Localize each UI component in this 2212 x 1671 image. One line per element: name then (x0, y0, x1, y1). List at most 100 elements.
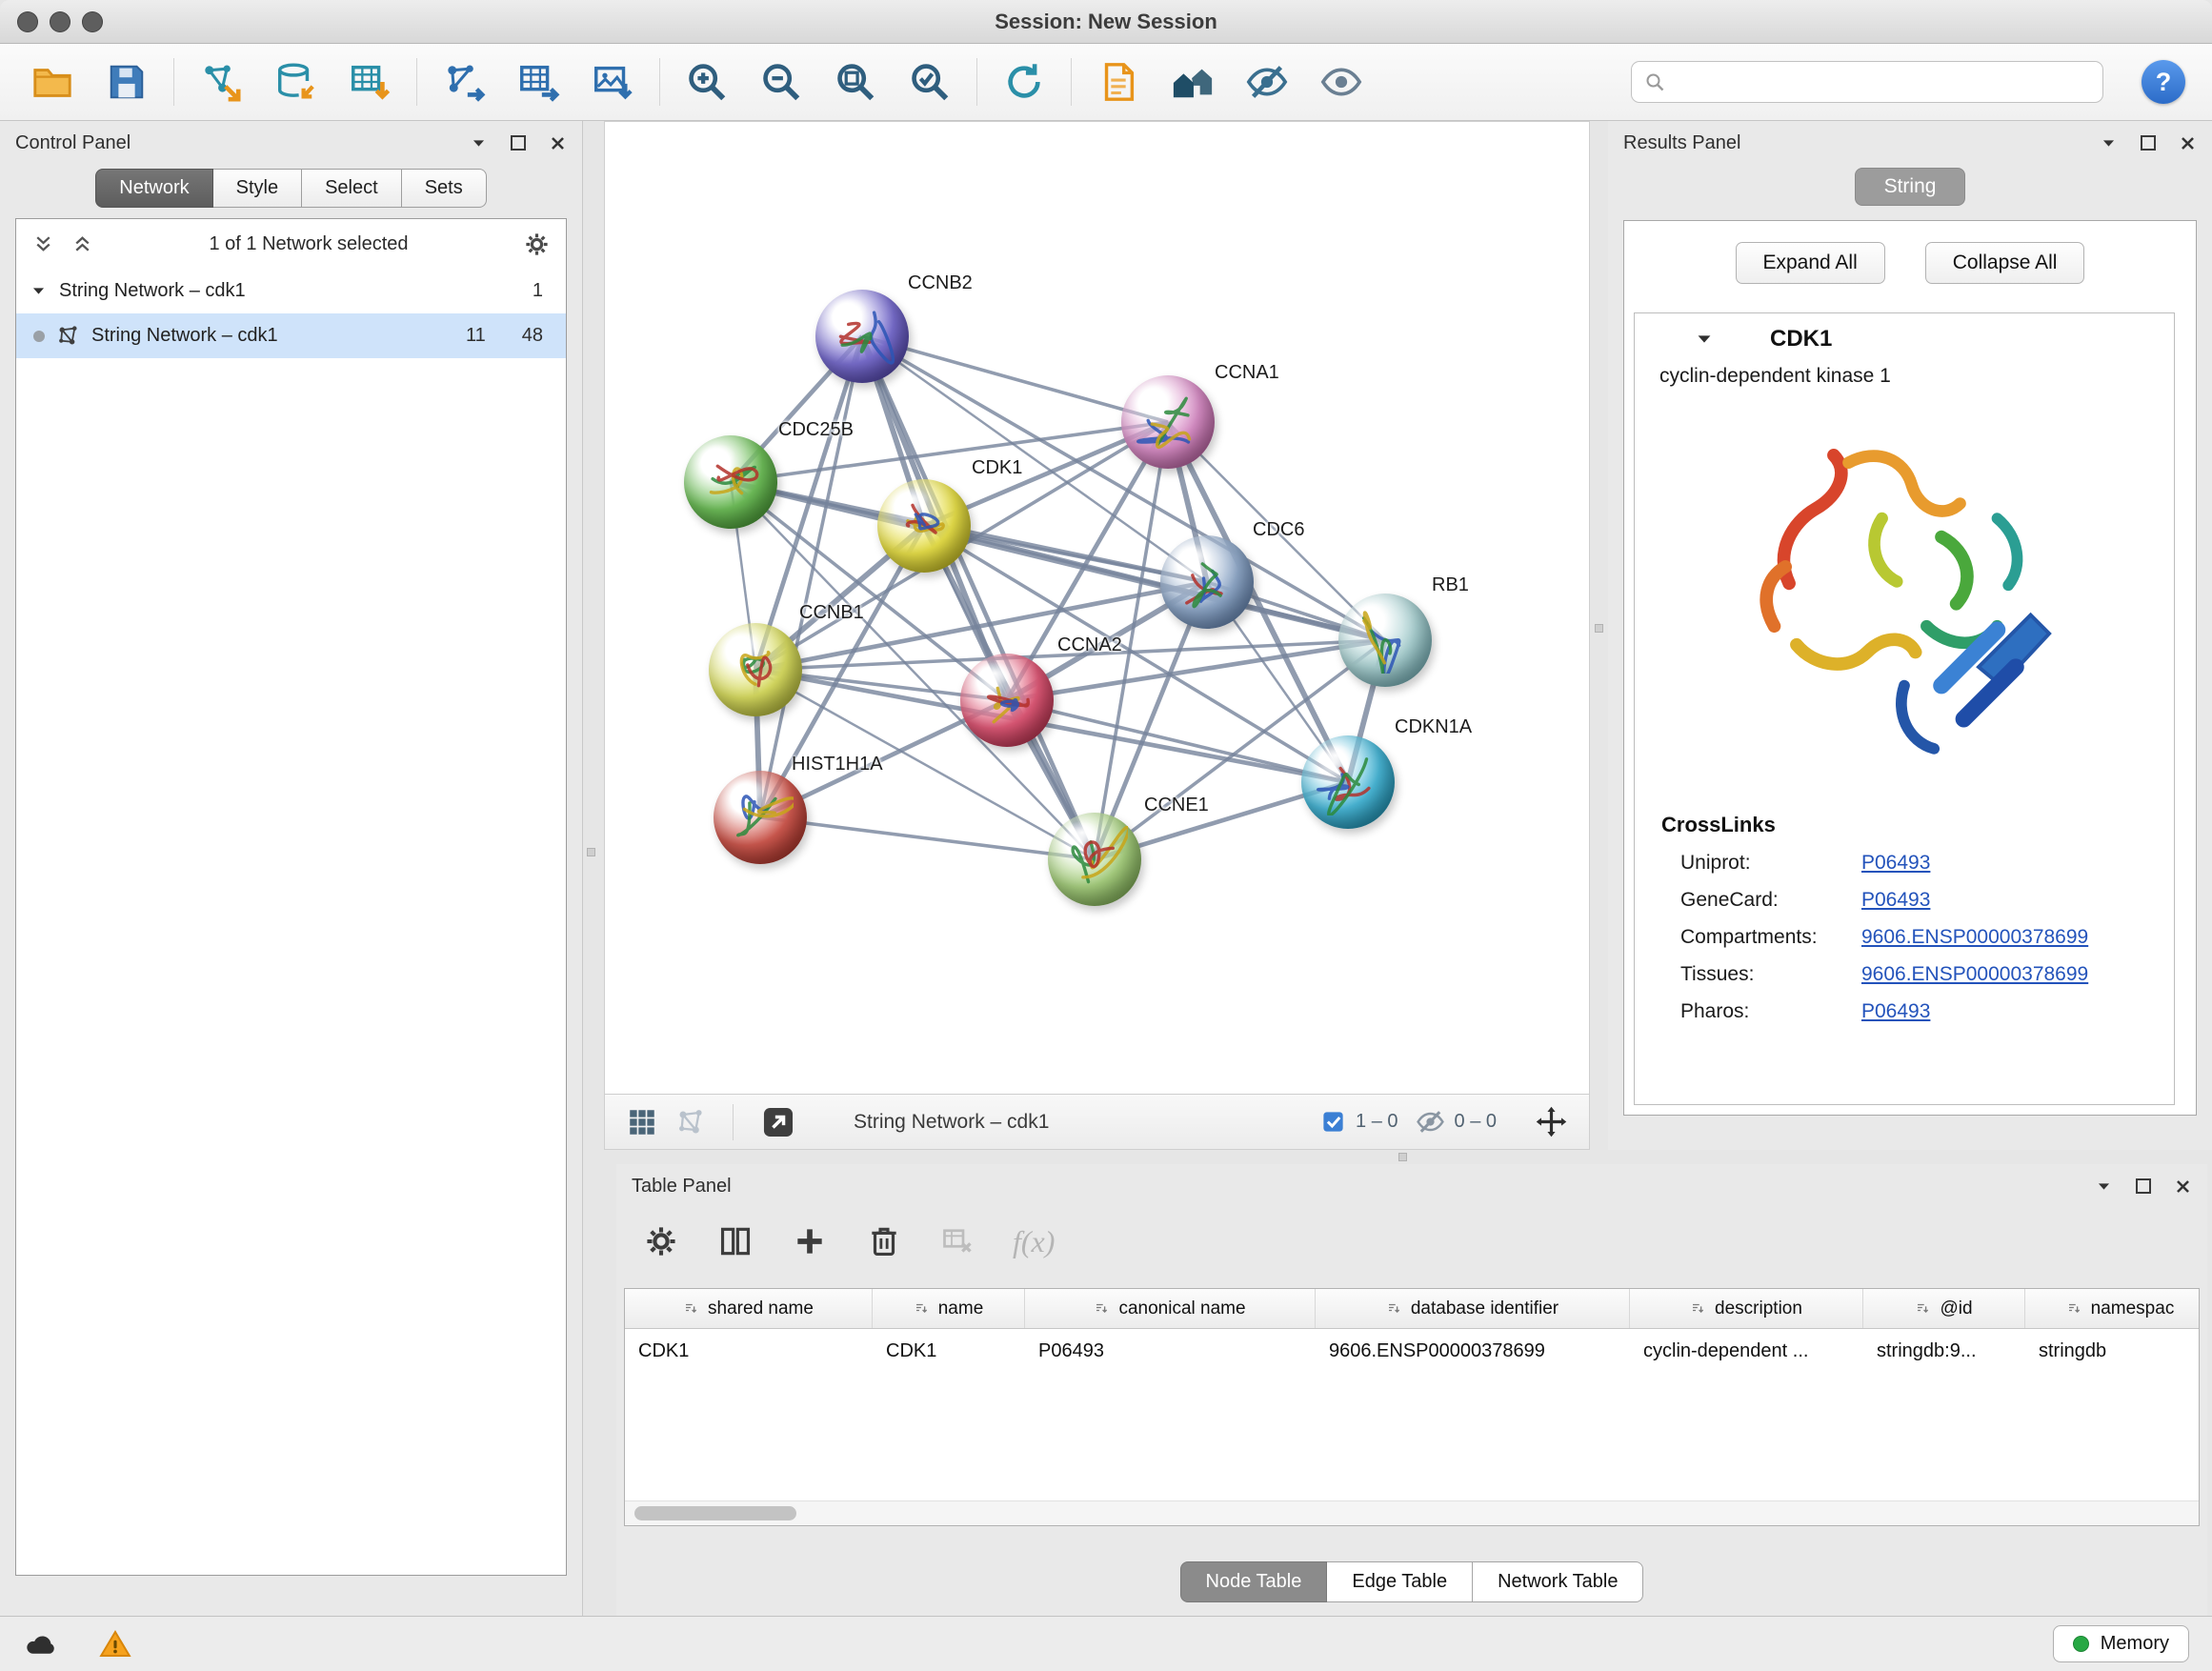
network-collection-row[interactable]: String Network – cdk1 1 (16, 269, 566, 313)
network-node-cdk1[interactable] (877, 479, 971, 573)
network-node-ccne1[interactable] (1048, 813, 1141, 906)
export-image-button[interactable] (587, 56, 638, 108)
zoom-selected-button[interactable] (904, 56, 955, 108)
hidden-eye-off-icon[interactable] (1416, 1107, 1445, 1137)
network-overview-icon[interactable] (675, 1107, 706, 1137)
detach-view-icon[interactable] (760, 1104, 796, 1140)
column-header-namespac[interactable]: namespac (2025, 1289, 2200, 1328)
warning-icon[interactable] (99, 1628, 131, 1661)
tab-edge-table[interactable]: Edge Table (1327, 1561, 1473, 1602)
search-input[interactable] (1676, 71, 2091, 93)
refresh-network-button[interactable] (998, 56, 1050, 108)
close-panel-icon[interactable] (2179, 134, 2197, 152)
column-header--id[interactable]: @id (1863, 1289, 2025, 1328)
panel-menu-caret-icon[interactable] (470, 134, 488, 152)
network-node-ccna2[interactable] (960, 654, 1054, 747)
string-home-button[interactable] (1167, 56, 1218, 108)
expand-all-button[interactable]: Expand All (1736, 242, 1885, 284)
panel-menu-caret-icon[interactable] (2095, 1178, 2113, 1196)
crosslink-value-link[interactable]: 9606.ENSP00000378699 (1861, 926, 2088, 949)
horizontal-splitter-grip[interactable] (1398, 1153, 1407, 1161)
import-network-from-file-button[interactable] (195, 56, 247, 108)
vertical-splitter-grip[interactable] (587, 848, 595, 856)
column-header-description[interactable]: description (1630, 1289, 1863, 1328)
zoom-fit-button[interactable] (830, 56, 881, 108)
tab-string[interactable]: String (1855, 168, 1966, 206)
export-table-button[interactable] (513, 56, 564, 108)
column-header-database-identifier[interactable]: database identifier (1316, 1289, 1630, 1328)
minimize-window-button[interactable] (50, 11, 70, 32)
import-network-from-database-button[interactable] (270, 56, 321, 108)
network-node-cdkn1a[interactable] (1301, 735, 1395, 829)
float-panel-icon[interactable] (2141, 135, 2156, 151)
network-node-ccna1[interactable] (1121, 375, 1215, 469)
zoom-in-icon (685, 60, 729, 104)
crosslink-value-link[interactable]: 9606.ENSP00000378699 (1861, 963, 2088, 986)
table-horizontal-scrollbar[interactable] (625, 1500, 2199, 1525)
zoom-window-button[interactable] (82, 11, 103, 32)
import-table-from-file-button[interactable] (344, 56, 395, 108)
save-session-button[interactable] (101, 56, 152, 108)
help-button[interactable]: ? (2142, 60, 2185, 104)
table-row[interactable]: CDK1CDK1P064939606.ENSP00000378699cyclin… (625, 1329, 2199, 1373)
section-caret-icon[interactable] (1694, 329, 1715, 350)
float-panel-icon[interactable] (2136, 1178, 2151, 1194)
network-node-hist1h1a[interactable] (714, 771, 807, 864)
vertical-splitter-grip[interactable] (1595, 624, 1603, 633)
network-node-ccnb1[interactable] (709, 623, 802, 716)
search-box[interactable] (1631, 61, 2103, 103)
network-node-cdc6[interactable] (1160, 535, 1254, 629)
collapse-all-networks-icon[interactable] (31, 232, 55, 256)
table-options-gear-icon[interactable] (643, 1223, 679, 1259)
column-header-name[interactable]: name (873, 1289, 1025, 1328)
show-columns-icon[interactable] (717, 1223, 754, 1259)
panel-menu-caret-icon[interactable] (2100, 134, 2118, 152)
tab-style[interactable]: Style (213, 169, 302, 208)
sort-icon (1386, 1300, 1403, 1318)
network-node-rb1[interactable] (1338, 594, 1432, 687)
network-row-selected[interactable]: String Network – cdk1 11 48 (16, 313, 566, 358)
expand-all-networks-icon[interactable] (70, 232, 94, 256)
protein-ribbon-icon (722, 636, 789, 703)
tab-node-table[interactable]: Node Table (1180, 1561, 1328, 1602)
close-panel-icon[interactable] (2174, 1178, 2192, 1196)
tab-select[interactable]: Select (302, 169, 402, 208)
collection-network-count: 1 (533, 280, 543, 302)
cloud-icon[interactable] (23, 1627, 57, 1661)
delete-column-icon[interactable] (866, 1223, 902, 1259)
table-header-row: shared namenamecanonical namedatabase id… (625, 1289, 2199, 1329)
network-node-cdc25b[interactable] (684, 435, 777, 529)
toolbar-separator (1071, 58, 1072, 106)
create-column-icon[interactable] (792, 1223, 828, 1259)
selected-checkbox-icon[interactable] (1320, 1109, 1346, 1135)
tab-network[interactable]: Network (95, 169, 212, 208)
crosslink-value-link[interactable]: P06493 (1861, 852, 1930, 875)
show-graphics-details-button[interactable] (1316, 56, 1367, 108)
network-options-gear-icon[interactable] (523, 231, 551, 258)
open-session-button[interactable] (27, 56, 78, 108)
network-canvas[interactable]: CCNB2CCNA1CDC25BCDK1CDC6RB1CCNB1CCNA2CDK… (605, 122, 1589, 1094)
hide-graphics-details-button[interactable] (1241, 56, 1293, 108)
crosslink-value-link[interactable]: P06493 (1861, 889, 1930, 912)
float-panel-icon[interactable] (511, 135, 526, 151)
export-network-button[interactable] (438, 56, 490, 108)
column-label: namespac (2091, 1299, 2175, 1319)
zoom-in-button[interactable] (681, 56, 733, 108)
birds-eye-view-icon[interactable] (626, 1106, 658, 1138)
collapse-all-button[interactable]: Collapse All (1925, 242, 2085, 284)
close-panel-icon[interactable] (549, 134, 567, 152)
clipboard-document-button[interactable] (1093, 56, 1144, 108)
crosslinks-title: CrossLinks (1635, 813, 2174, 837)
pan-move-icon[interactable] (1535, 1105, 1568, 1138)
tab-sets[interactable]: Sets (402, 169, 487, 208)
scrollbar-thumb[interactable] (634, 1506, 796, 1520)
memory-button[interactable]: Memory (2053, 1625, 2189, 1662)
tab-network-table[interactable]: Network Table (1473, 1561, 1643, 1602)
close-window-button[interactable] (17, 11, 38, 32)
crosslink-value-link[interactable]: P06493 (1861, 1000, 1930, 1023)
column-header-canonical-name[interactable]: canonical name (1025, 1289, 1316, 1328)
column-header-shared-name[interactable]: shared name (625, 1289, 873, 1328)
collection-caret-icon[interactable] (30, 282, 48, 300)
network-node-ccnb2[interactable] (815, 290, 909, 383)
zoom-out-button[interactable] (755, 56, 807, 108)
